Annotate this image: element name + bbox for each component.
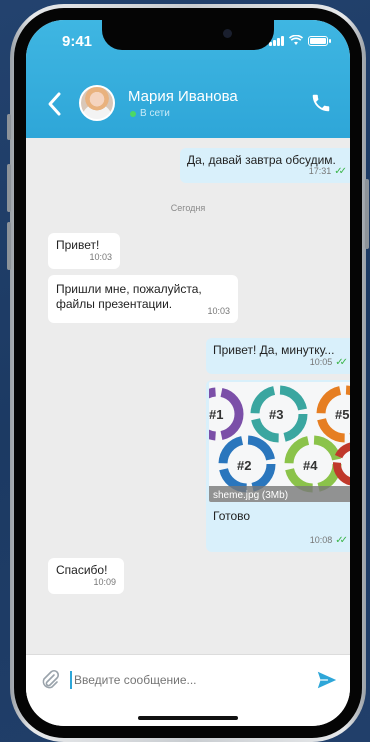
send-icon[interactable] <box>316 669 338 691</box>
message-text: Пришли мне, пожалуйста, файлы презентаци… <box>56 282 202 311</box>
attachment-caption: sheme.jpg (3Mb) <box>209 486 350 502</box>
contact-status: В сети <box>130 108 170 119</box>
mute-switch <box>7 114 11 140</box>
back-chevron-icon[interactable] <box>44 90 66 118</box>
phone-icon[interactable] <box>310 92 332 114</box>
message-time: 10:03 <box>207 306 230 316</box>
notch <box>102 20 274 50</box>
message-incoming[interactable]: Привет! 10:03 <box>48 233 120 269</box>
message-incoming[interactable]: Спасибо! 10:09 <box>48 558 124 594</box>
attachment-image[interactable]: #1 #3 #5 #2 #4 sheme.jpg (3Mb) <box>209 382 350 502</box>
day-separator: Сегодня <box>170 203 206 213</box>
label-iteration-4: #4 <box>303 458 318 473</box>
screen: 9:41 Мария Иванова В сети Да, давай завт… <box>26 20 350 726</box>
contact-name[interactable]: Мария Иванова <box>128 88 238 105</box>
contact-status-text: В сети <box>140 108 170 119</box>
volume-down-button <box>7 222 11 270</box>
battery-icon <box>308 35 331 46</box>
label-iteration-2: #2 <box>237 458 251 473</box>
message-input[interactable] <box>74 673 304 687</box>
message-incoming[interactable]: Пришли мне, пожалуйста, файлы презентаци… <box>48 275 238 323</box>
phone-frame: 9:41 Мария Иванова В сети Да, давай завт… <box>7 4 369 742</box>
message-list[interactable]: Да, давай завтра обсудим. 17:31 ✓✓ Сегодн… <box>26 138 350 678</box>
power-button <box>365 179 369 249</box>
online-dot-icon <box>130 110 136 117</box>
message-time: 10:08 <box>309 535 333 545</box>
message-composer <box>26 654 350 726</box>
message-time: 17:31 <box>308 166 332 176</box>
status-time: 9:41 <box>62 33 93 50</box>
message-time: 10:09 <box>93 577 116 587</box>
volume-up-button <box>7 164 11 212</box>
paperclip-icon[interactable] <box>40 669 60 691</box>
label-iteration-3: #3 <box>269 407 283 422</box>
label-iteration-5: #5 <box>335 407 349 422</box>
contact-avatar[interactable] <box>79 85 115 121</box>
double-check-icon: ✓✓ <box>334 166 347 177</box>
home-indicator <box>138 716 238 720</box>
message-text: Готово <box>213 509 251 523</box>
message-time: 10:03 <box>89 252 112 262</box>
text-caret <box>70 671 72 689</box>
message-outgoing-image[interactable]: #1 #3 #5 #2 #4 sheme.jpg (3Mb) Готово 10… <box>206 340 350 552</box>
label-iteration-1: #1 <box>209 407 223 422</box>
message-outgoing[interactable]: Да, давай завтра обсудим. 17:31 ✓✓ <box>180 148 350 183</box>
iteration-diagram-image: #1 #3 #5 #2 #4 <box>209 382 350 502</box>
status-icons <box>269 35 331 46</box>
double-check-icon: ✓✓ <box>335 535 348 546</box>
wifi-icon <box>289 35 303 45</box>
